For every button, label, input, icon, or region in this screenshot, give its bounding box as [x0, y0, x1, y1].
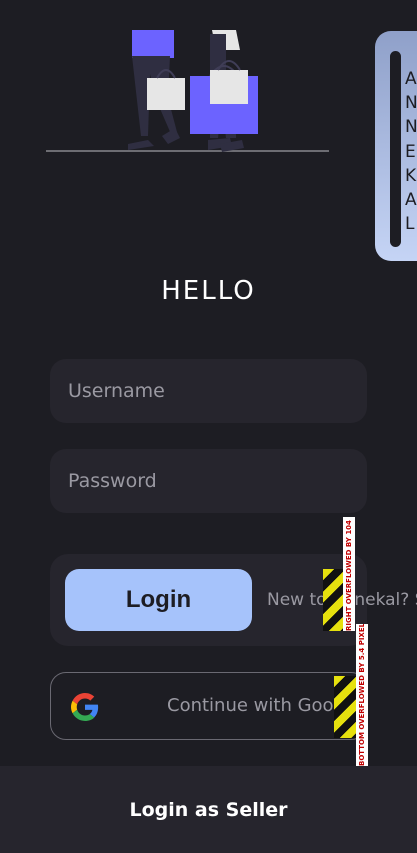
- username-field-container: [50, 359, 367, 423]
- side-brand-tab[interactable]: ANNEKAL: [375, 31, 417, 261]
- login-button[interactable]: Login: [65, 569, 252, 631]
- shopping-illustration: [46, 30, 329, 152]
- seller-login-bar[interactable]: Login as Seller: [0, 766, 417, 853]
- overflow-label-bottom: BOTTOM OVERFLOWED BY 5.4 PIXELS: [356, 624, 368, 766]
- overflow-stripe-right: [323, 569, 343, 631]
- password-field-container: [50, 449, 367, 513]
- username-input[interactable]: [66, 379, 367, 403]
- side-tab-letters: ANNEKAL: [405, 69, 417, 235]
- google-signin-button[interactable]: Continue with Google: [50, 672, 367, 740]
- overflow-label-right: RIGHT OVERFLOWED BY 104 PIXELS: [343, 517, 355, 631]
- google-icon: [71, 693, 99, 721]
- side-tab-bar: [390, 51, 401, 247]
- overflow-stripe-bottom: [334, 676, 356, 738]
- google-signin-label: Continue with Google: [167, 695, 362, 716]
- seller-login-label: Login as Seller: [129, 798, 288, 821]
- password-input[interactable]: [66, 469, 367, 493]
- greeting-title: HELLO: [161, 276, 256, 306]
